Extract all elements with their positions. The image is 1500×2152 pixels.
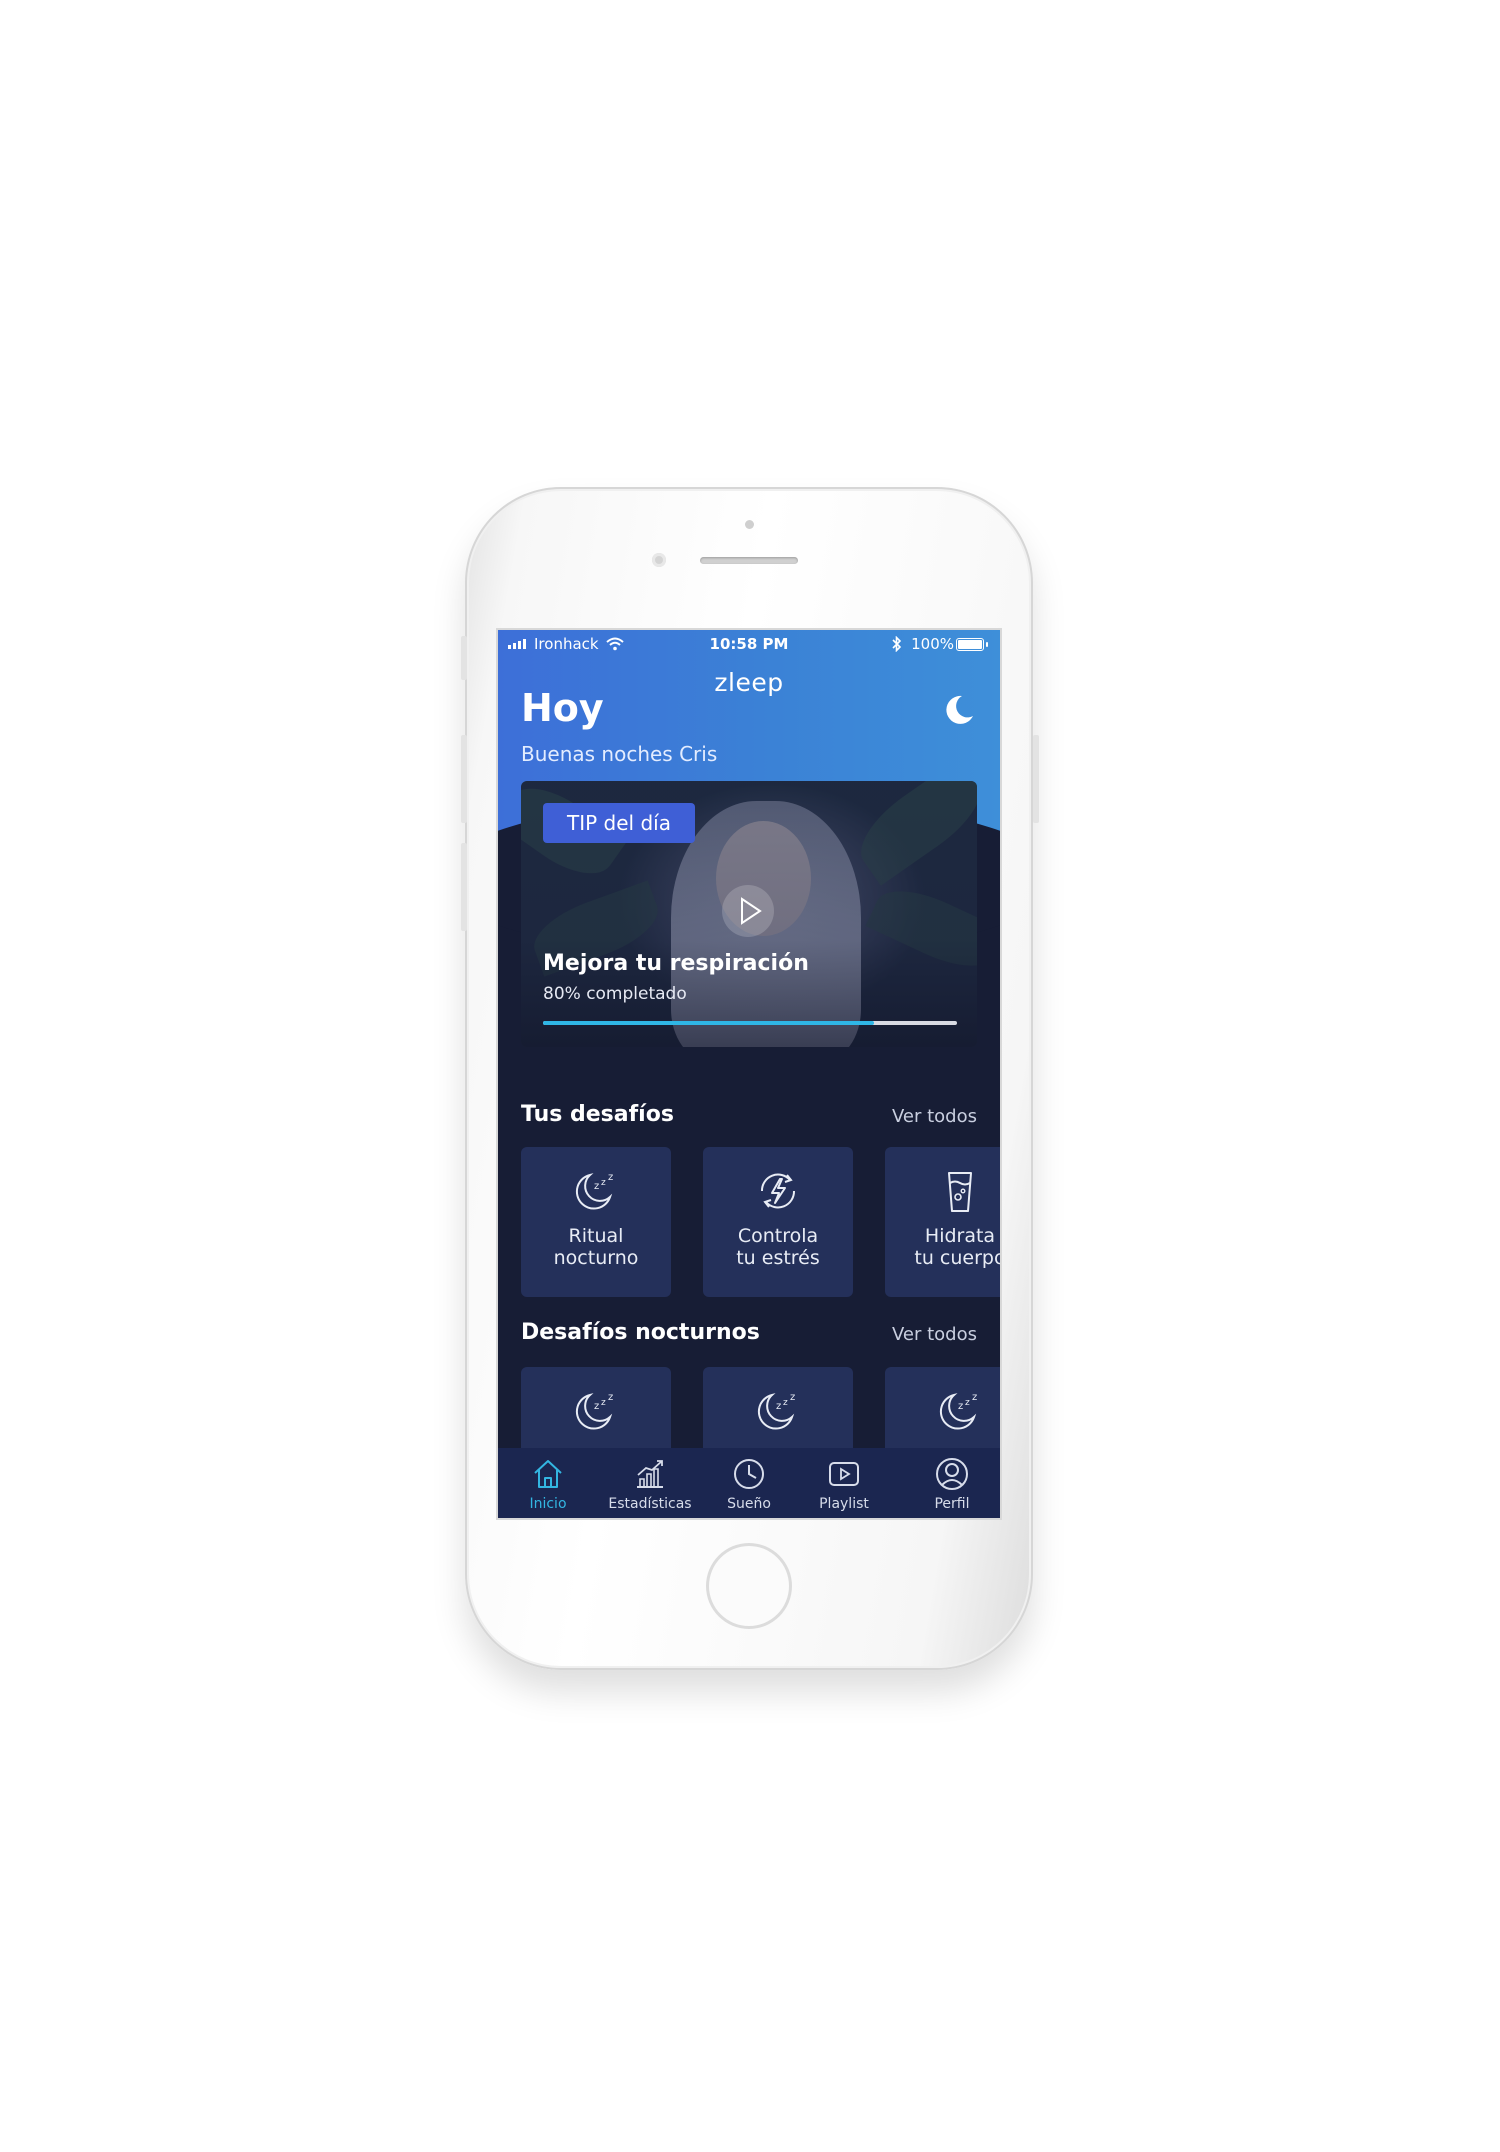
svg-text:z: z (594, 1181, 599, 1192)
svg-text:z: z (965, 1398, 970, 1408)
challenge-card-ritual[interactable]: z z z Ritual nocturno (521, 1147, 671, 1297)
clock-icon (734, 1459, 764, 1489)
water-glass-icon (948, 1172, 972, 1212)
svg-text:z: z (783, 1398, 788, 1408)
tab-label: Perfil (934, 1496, 970, 1512)
moon-zzz-icon: z z z (575, 1172, 613, 1210)
svg-text:z: z (608, 1392, 613, 1403)
svg-text:z: z (972, 1392, 977, 1403)
svg-text:z: z (601, 1178, 606, 1188)
tab-label: Inicio (529, 1496, 567, 1512)
challenge-card-hydrate[interactable]: Hidrata tu cuerpo (885, 1147, 1000, 1297)
front-camera (652, 553, 666, 567)
svg-text:z: z (601, 1398, 606, 1408)
home-icon (534, 1460, 562, 1488)
challenge-label-line1: Controla (737, 1225, 819, 1247)
status-bar: Ironhack 10:58 PM 100% (498, 630, 1000, 658)
tip-title: Mejora tu respiración (543, 951, 809, 976)
moon-zzz-icon: z z z (939, 1392, 977, 1430)
challenges-section-title: Tus desafíos (521, 1102, 674, 1127)
tip-progress-label: 80% completado (543, 984, 687, 1004)
volume-down-button (461, 843, 467, 931)
challenge-label-line2: tu cuerpo (914, 1247, 1000, 1269)
tip-progress-bar (543, 1021, 957, 1025)
power-button (1033, 735, 1039, 823)
greeting-text: Buenas noches Cris (521, 742, 718, 766)
tab-label: Playlist (819, 1496, 869, 1512)
home-button[interactable] (706, 1543, 792, 1629)
svg-text:z: z (958, 1401, 963, 1412)
play-square-icon (829, 1462, 859, 1486)
svg-text:z: z (594, 1401, 599, 1412)
challenge-label-line2: tu estrés (736, 1247, 820, 1269)
tab-estadisticas[interactable]: Estadísticas (596, 1448, 704, 1518)
earpiece-speaker (700, 557, 798, 564)
proximity-sensor (745, 520, 754, 529)
volume-up-button (461, 735, 467, 823)
svg-text:z: z (608, 1172, 613, 1183)
moon-zzz-icon: z z z (757, 1392, 795, 1430)
app-screen: Ironhack 10:58 PM 100% zleep Hoy Buenas … (498, 630, 1000, 1518)
tab-sueno[interactable]: Sueño (699, 1448, 799, 1518)
tip-of-the-day-card[interactable]: TIP del día Mejora tu respiración 80% co… (521, 781, 977, 1047)
battery-icon (956, 638, 988, 651)
bottom-tab-bar: Inicio Estadísticas Sueño Playlist Perfi… (498, 1448, 1000, 1518)
challenge-label-line1: Hidrata (924, 1225, 996, 1247)
challenge-label-line2: nocturno (553, 1247, 639, 1269)
bluetooth-icon (892, 636, 902, 652)
tab-label: Estadísticas (608, 1496, 692, 1512)
tab-playlist[interactable]: Playlist (794, 1448, 894, 1518)
night-challenges-section-title: Desafíos nocturnos (521, 1320, 760, 1345)
tab-perfil[interactable]: Perfil (902, 1448, 1000, 1518)
stress-bolt-icon (760, 1173, 796, 1209)
tip-progress-fill (543, 1021, 875, 1025)
challenge-label-line1: Ritual (568, 1225, 624, 1247)
tab-label: Sueño (727, 1496, 771, 1512)
moon-zzz-icon: z z z (575, 1392, 613, 1430)
challenges-see-all-link[interactable]: Ver todos (892, 1106, 977, 1127)
challenge-card-stress[interactable]: Controla tu estrés (703, 1147, 853, 1297)
night-challenges-see-all-link[interactable]: Ver todos (892, 1324, 977, 1345)
svg-text:z: z (790, 1392, 795, 1403)
night-mode-moon-icon[interactable] (940, 692, 976, 728)
tip-badge: TIP del día (543, 803, 695, 843)
profile-icon (936, 1458, 968, 1490)
stats-icon (637, 1460, 663, 1488)
page-title: Hoy (521, 686, 604, 730)
svg-text:z: z (776, 1401, 781, 1412)
play-icon[interactable] (722, 885, 774, 937)
tab-inicio[interactable]: Inicio (498, 1448, 598, 1518)
mute-switch (461, 636, 467, 680)
battery-percent: 100% (911, 635, 954, 653)
